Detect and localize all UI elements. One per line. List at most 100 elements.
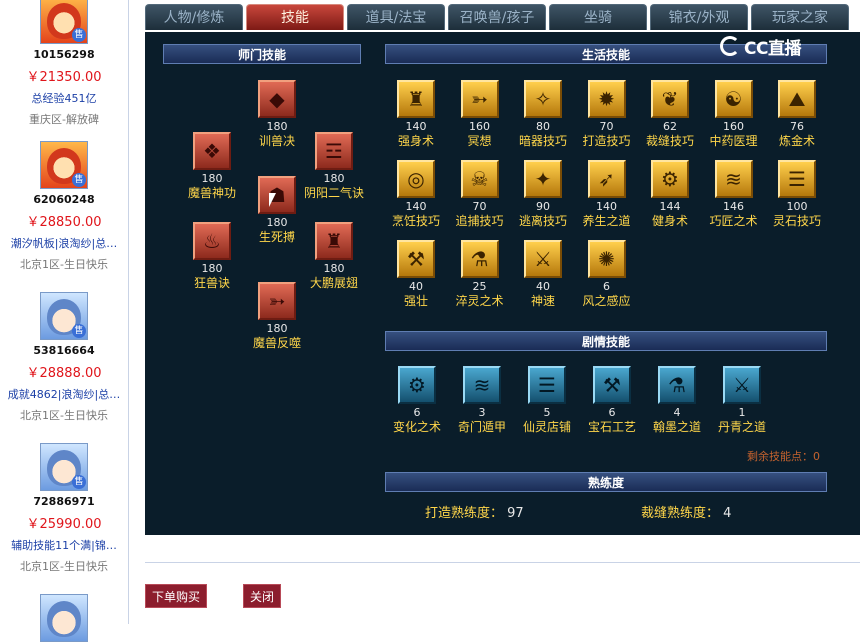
spirit-stone-icon[interactable]: ☰ <box>778 160 816 198</box>
skill-strength[interactable]: ♜ 140 强身术 <box>384 80 448 148</box>
skill-name: 训兽决 <box>258 134 295 148</box>
transform-icon[interactable]: ⚙ <box>398 366 436 404</box>
skill-yinyang-mask[interactable]: ☲ 180 阴阳二气诀 <box>302 132 366 200</box>
skill-escape[interactable]: ✦ 90 逃离技巧 <box>511 160 575 228</box>
skill-ink[interactable]: ⚗ 4 翰墨之道 <box>645 366 709 434</box>
seller-card[interactable]: 售 10156298 ￥21350.00 总经验451亿 重庆区-解放碑 <box>0 0 128 127</box>
whip-icon[interactable]: ◆ <box>258 80 296 118</box>
tab-mounts[interactable]: 坐骑 <box>549 4 647 30</box>
skill-level: 70 <box>472 200 487 213</box>
skill-chase[interactable]: ☠ 70 追捕技巧 <box>448 160 512 228</box>
skill-speed[interactable]: ⚔ 40 神速 <box>511 240 575 308</box>
seller-info[interactable]: 成就4862|浪淘纱|总… <box>0 386 128 402</box>
seller-card[interactable]: 售 53816664 ￥28888.00 成就4862|浪淘纱|总… 北京1区-… <box>0 292 128 423</box>
buy-button[interactable]: 下单购买 <box>145 584 207 608</box>
seller-info[interactable]: 潮汐帆板|浪淘纱|总… <box>0 235 128 251</box>
tab-home[interactable]: 玩家之家 <box>751 4 849 30</box>
seller-card[interactable]: 售 72886971 ￥25990.00 辅助技能11个满|锦… 北京1区-生日… <box>0 443 128 574</box>
skill-forge[interactable]: ✹ 70 打造技巧 <box>575 80 639 148</box>
qimen-icon[interactable]: ≋ <box>463 366 501 404</box>
skill-health[interactable]: ➶ 140 养生之道 <box>575 160 639 228</box>
speed-icon[interactable]: ⚔ <box>524 240 562 278</box>
skill-dart[interactable]: ✧ 80 暗器技巧 <box>511 80 575 148</box>
skill-spirit-stone[interactable]: ☰ 100 灵石技巧 <box>765 160 829 228</box>
skill-scissors[interactable]: ❦ 62 裁缝技巧 <box>638 80 702 148</box>
demon-head-icon[interactable]: ➳ <box>258 282 296 320</box>
seller-card[interactable] <box>0 594 128 642</box>
avatar[interactable] <box>40 594 88 642</box>
skill-fitness[interactable]: ⚙ 144 健身术 <box>638 160 702 228</box>
cooking-icon[interactable]: ◎ <box>397 160 435 198</box>
skill-crossed-blades[interactable]: ☗ 180 生死搏 <box>245 176 309 244</box>
skill-level: 6 <box>608 406 616 419</box>
skill-name: 强身术 <box>397 134 434 148</box>
sell-badge: 售 <box>72 28 86 42</box>
avatar[interactable]: 售 <box>40 141 88 189</box>
close-button[interactable]: 关闭 <box>243 584 281 608</box>
dart-icon[interactable]: ✧ <box>524 80 562 118</box>
skill-gem[interactable]: ⚒ 6 宝石工艺 <box>580 366 644 434</box>
ink-icon[interactable]: ⚗ <box>658 366 696 404</box>
roc-wings-icon[interactable]: ♜ <box>315 222 353 260</box>
avatar[interactable]: 售 <box>40 443 88 491</box>
seller-info[interactable]: 辅助技能11个满|锦… <box>0 537 128 553</box>
crossed-blades-icon[interactable]: ☗ <box>258 176 296 214</box>
skill-shop[interactable]: ☰ 5 仙灵店铺 <box>515 366 579 434</box>
herb-icon[interactable]: ☯ <box>714 80 753 118</box>
skill-herb[interactable]: ☯ 160 中药医理 <box>702 80 766 148</box>
skill-cooking[interactable]: ◎ 140 烹饪技巧 <box>384 160 448 228</box>
blue-hair-avatar-icon <box>47 601 81 637</box>
forge-icon[interactable]: ✹ <box>587 80 626 118</box>
muscle-icon[interactable]: ⚒ <box>397 240 435 278</box>
tab-skills[interactable]: 技能 <box>246 4 344 30</box>
skill-craftsman[interactable]: ≋ 146 巧匠之术 <box>702 160 766 228</box>
skill-level: 76 <box>790 120 804 133</box>
skill-whip[interactable]: ◆ 180 训兽决 <box>245 80 309 148</box>
skill-wind[interactable]: ✺ 6 风之感应 <box>575 240 639 308</box>
watermark-text: CC直播 <box>744 38 801 59</box>
skill-painting[interactable]: ⚔ 1 丹青之道 <box>710 366 774 434</box>
seller-id: 62060248 <box>33 193 95 206</box>
skill-transform[interactable]: ⚙ 6 变化之术 <box>385 366 449 434</box>
chase-icon[interactable]: ☠ <box>460 160 499 198</box>
skill-alchemy[interactable]: ⛰ 76 炼金术 <box>765 80 829 148</box>
skill-level: 100 <box>786 200 808 213</box>
shop-icon[interactable]: ☰ <box>528 366 566 404</box>
skill-level: 140 <box>596 200 617 213</box>
scissors-icon[interactable]: ❦ <box>651 80 689 118</box>
yinyang-mask-icon[interactable]: ☲ <box>315 132 353 170</box>
alchemy-icon[interactable]: ⛰ <box>778 80 816 118</box>
tab-character[interactable]: 人物/修炼 <box>145 4 243 30</box>
skill-beast-mask[interactable]: ❖ 180 魔兽神功 <box>180 132 244 200</box>
craftsman-icon[interactable]: ≋ <box>714 160 753 198</box>
school-skills-header: 师门技能 <box>163 44 361 64</box>
skill-beast-totem[interactable]: ♨ 180 狂兽诀 <box>180 222 244 290</box>
skill-name: 烹饪技巧 <box>391 214 440 228</box>
strength-icon[interactable]: ♜ <box>397 80 435 118</box>
skill-qimen[interactable]: ≋ 3 奇门遁甲 <box>450 366 514 434</box>
beast-totem-icon[interactable]: ♨ <box>193 222 231 260</box>
fitness-icon[interactable]: ⚙ <box>651 160 689 198</box>
meditation-icon[interactable]: ➳ <box>460 80 499 118</box>
tab-items[interactable]: 道具/法宝 <box>347 4 445 30</box>
skill-name: 魔兽神功 <box>187 186 236 200</box>
skill-muscle[interactable]: ⚒ 40 强壮 <box>384 240 448 308</box>
skill-roc-wings[interactable]: ♜ 180 大鹏展翅 <box>302 222 366 290</box>
skill-demon-head[interactable]: ➳ 180 魔兽反噬 <box>245 282 309 350</box>
gem-icon[interactable]: ⚒ <box>593 366 631 404</box>
skill-meditation[interactable]: ➳ 160 冥想 <box>448 80 512 148</box>
skill-quench[interactable]: ⚗ 25 淬灵之术 <box>448 240 512 308</box>
sell-badge: 售 <box>72 475 86 489</box>
tab-outfits[interactable]: 锦衣/外观 <box>650 4 748 30</box>
avatar[interactable]: 售 <box>40 0 88 44</box>
health-icon[interactable]: ➶ <box>587 160 626 198</box>
seller-card[interactable]: 售 62060248 ￥28850.00 潮汐帆板|浪淘纱|总… 北京1区-生日… <box>0 141 128 272</box>
quench-icon[interactable]: ⚗ <box>460 240 499 278</box>
escape-icon[interactable]: ✦ <box>524 160 562 198</box>
skill-name: 大鹏展翅 <box>309 276 358 290</box>
beast-mask-icon[interactable]: ❖ <box>193 132 231 170</box>
avatar[interactable]: 售 <box>40 292 88 340</box>
painting-icon[interactable]: ⚔ <box>723 366 761 404</box>
wind-icon[interactable]: ✺ <box>587 240 626 278</box>
tab-pets[interactable]: 召唤兽/孩子 <box>448 4 546 30</box>
